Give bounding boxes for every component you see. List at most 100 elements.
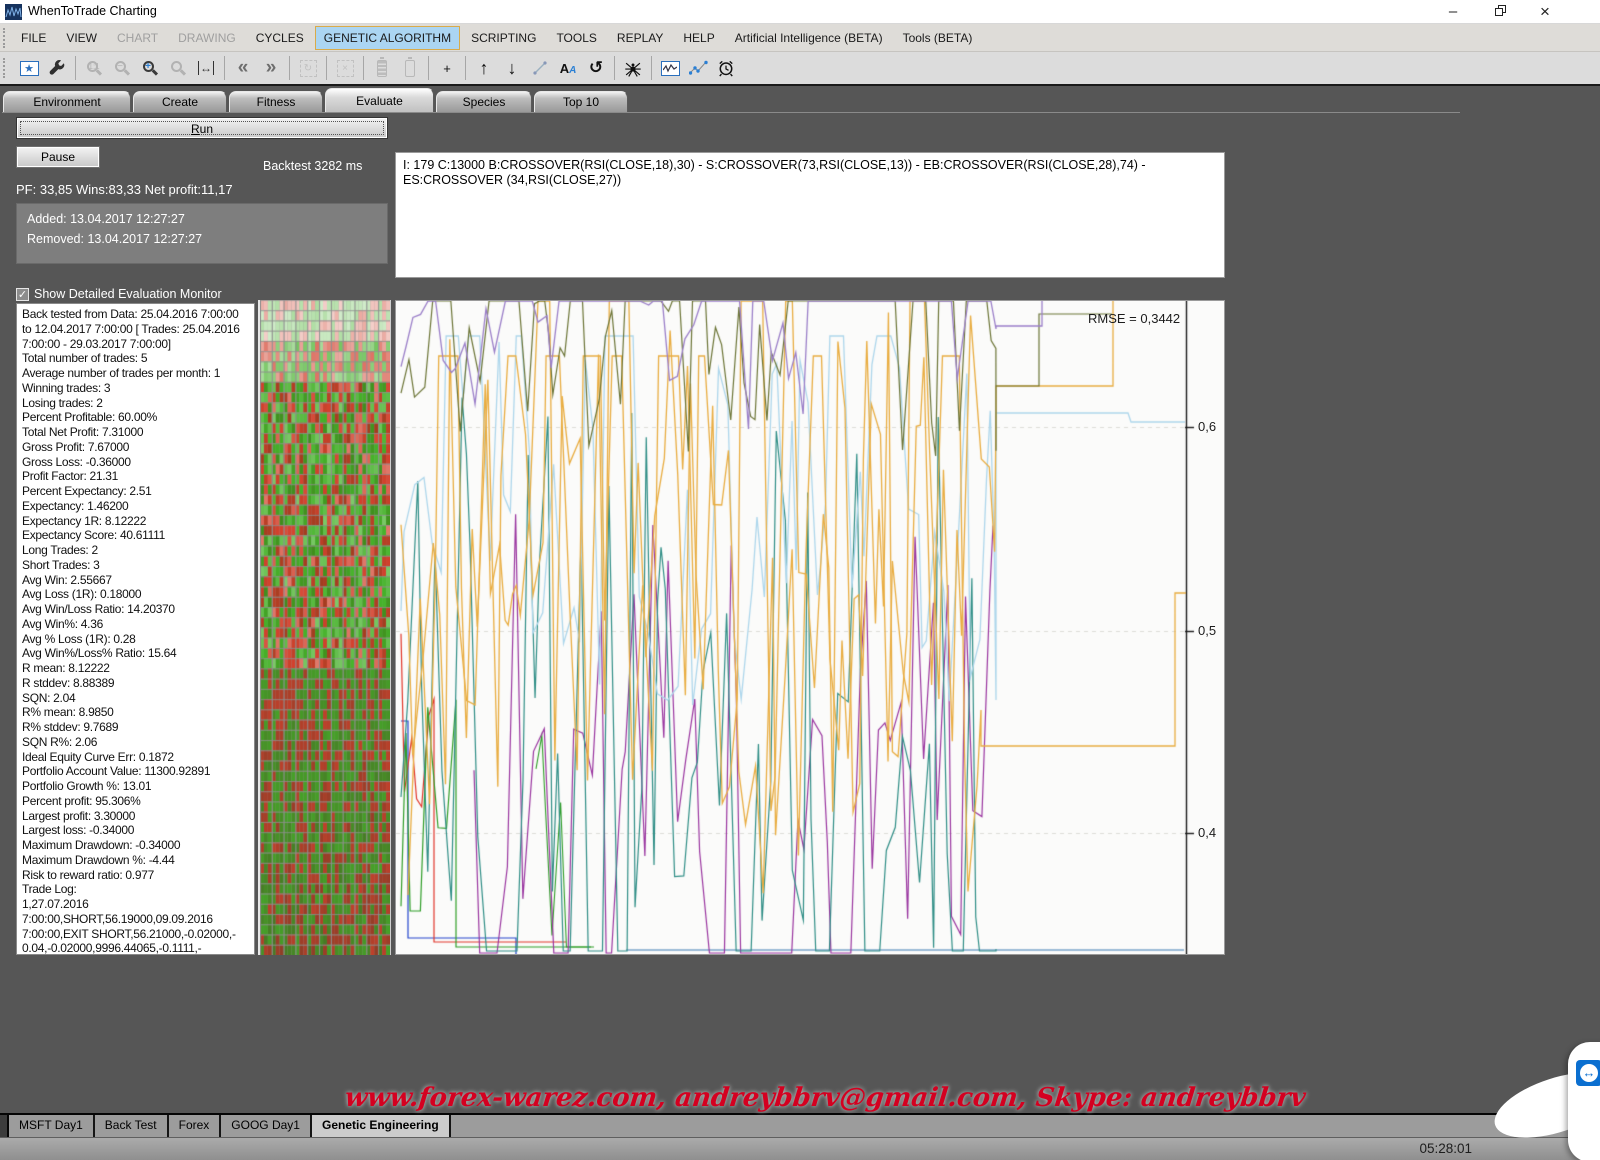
fit-width-icon[interactable]: ↔ bbox=[193, 55, 219, 81]
stat-line: R% mean: 8.9850 bbox=[22, 705, 249, 720]
fast-backward-icon[interactable]: « bbox=[230, 55, 256, 81]
menu-scripting[interactable]: SCRIPTING bbox=[462, 26, 545, 50]
wrench-icon[interactable] bbox=[44, 55, 70, 81]
stat-line: Percent Profitable: 60.00% bbox=[22, 410, 249, 425]
tab-top-10[interactable]: Top 10 bbox=[534, 91, 628, 113]
tab-environment[interactable]: Environment bbox=[3, 91, 131, 113]
font-icon[interactable]: AA bbox=[555, 55, 581, 81]
minimize-button[interactable]: – bbox=[1436, 0, 1470, 23]
arrow-down-icon[interactable]: ↓ bbox=[499, 55, 525, 81]
stat-line: Gross Loss: -0.36000 bbox=[22, 455, 249, 470]
stat-line: SQN R%: 2.06 bbox=[22, 735, 249, 750]
stat-line: Avg Loss (1R): 0.18000 bbox=[22, 587, 249, 602]
menu-view[interactable]: VIEW bbox=[57, 26, 106, 50]
stat-line: Largest profit: 3.30000 bbox=[22, 809, 249, 824]
stat-line: Expectancy: 1.46200 bbox=[22, 499, 249, 514]
menu-drawing: DRAWING bbox=[169, 26, 245, 50]
toolbar-separator bbox=[614, 56, 615, 80]
menu-tools[interactable]: TOOLS bbox=[547, 26, 605, 50]
menu-artificial-intelligence-beta-[interactable]: Artificial Intelligence (BETA) bbox=[726, 26, 892, 50]
menu-replay[interactable]: REPLAY bbox=[608, 26, 672, 50]
added-line: Added: 13.04.2017 12:27:27 bbox=[27, 212, 377, 226]
tab-species[interactable]: Species bbox=[436, 91, 532, 113]
toolbar-separator bbox=[363, 56, 364, 80]
stat-line: Largest loss: -0.34000 bbox=[22, 823, 249, 838]
added-removed-box: Added: 13.04.2017 12:27:27 Removed: 13.0… bbox=[16, 203, 388, 264]
stat-line: Maximum Drawdown: -0.34000 bbox=[22, 838, 249, 853]
menu-chart: CHART bbox=[108, 26, 167, 50]
stat-line: Expectancy 1R: 8.12222 bbox=[22, 514, 249, 529]
battery-empty-icon bbox=[397, 55, 423, 81]
show-monitor-row: ✓ Show Detailed Evaluation Monitor bbox=[16, 287, 222, 301]
history-icon[interactable]: ↺ bbox=[583, 55, 609, 81]
stat-line: R stddev: 8.88389 bbox=[22, 676, 249, 691]
toolbar-separator bbox=[224, 56, 225, 80]
stat-line: 0.04,-0.02000,9996.44065,-0.1111,- bbox=[22, 941, 249, 955]
stat-line: 7:00:00 - 29.03.2017 7:00:00] bbox=[22, 337, 249, 352]
toolbar-separator bbox=[289, 56, 290, 80]
scatter-icon[interactable] bbox=[685, 55, 711, 81]
stat-line: Losing trades: 2 bbox=[22, 396, 249, 411]
add-small-icon[interactable]: + bbox=[434, 55, 460, 81]
toolbar-grip bbox=[3, 58, 11, 78]
tab-create[interactable]: Create bbox=[133, 91, 227, 113]
battery-full-icon bbox=[369, 55, 395, 81]
zoom-in-icon[interactable]: + bbox=[137, 55, 163, 81]
tab-fitness[interactable]: Fitness bbox=[229, 91, 323, 113]
show-monitor-checkbox[interactable]: ✓ bbox=[16, 288, 29, 301]
close-button[interactable]: × bbox=[1528, 0, 1562, 23]
workspace-tab-strip: MSFT Day1Back TestForexGOOG Day1Genetic … bbox=[0, 1113, 1600, 1137]
status-bar: 05:28:01 bbox=[0, 1137, 1600, 1160]
chart-panel-icon[interactable] bbox=[657, 55, 683, 81]
tab-evaluate[interactable]: Evaluate bbox=[325, 88, 434, 113]
stat-line: Total number of trades: 5 bbox=[22, 351, 249, 366]
toolbar-grip bbox=[3, 28, 11, 48]
workspace-tab-goog-day1[interactable]: GOOG Day1 bbox=[221, 1115, 312, 1137]
profit-summary-label: PF: 33,85 Wins:83,33 Net profit:11,17 bbox=[16, 182, 233, 197]
stat-line: Portfolio Growth %: 13.01 bbox=[22, 779, 249, 794]
show-monitor-label: Show Detailed Evaluation Monitor bbox=[34, 287, 222, 301]
stat-line: Avg Win%/Loss% Ratio: 15.64 bbox=[22, 646, 249, 661]
workspace-tab-back-test[interactable]: Back Test bbox=[95, 1115, 169, 1137]
zoom-out-icon: − bbox=[109, 55, 135, 81]
workspace-tab-genetic-engineering[interactable]: Genetic Engineering bbox=[312, 1115, 451, 1137]
fast-forward-icon[interactable]: » bbox=[258, 55, 284, 81]
menu-file[interactable]: FILE bbox=[12, 26, 55, 50]
spider-icon[interactable] bbox=[620, 55, 646, 81]
stat-line: Risk to reward ratio: 0.977 bbox=[22, 868, 249, 883]
run-button[interactable]: Run bbox=[16, 117, 388, 139]
chromosome-formula-box[interactable]: I: 179 C:13000 B:CROSSOVER(RSI(CLOSE,18)… bbox=[395, 152, 1225, 278]
arrow-up-icon[interactable]: ↑ bbox=[471, 55, 497, 81]
menu-genetic-algorithm[interactable]: GENETIC ALGORITHM bbox=[315, 26, 460, 50]
stat-line: R mean: 8.12222 bbox=[22, 661, 249, 676]
stat-line: Percent Expectancy: 2.51 bbox=[22, 484, 249, 499]
stat-line: Avg % Loss (1R): 0.28 bbox=[22, 632, 249, 647]
stat-line: Back tested from Data: 25.04.2016 7:00:0… bbox=[22, 307, 249, 322]
heatmap-canvas bbox=[260, 300, 390, 955]
selection-delete-icon: × bbox=[332, 55, 358, 81]
stat-line: Avg Win%: 4.36 bbox=[22, 617, 249, 632]
teamviewer-icon[interactable]: ↔ bbox=[1576, 1060, 1600, 1086]
chart-window-star-icon[interactable]: ★ bbox=[16, 55, 42, 81]
removed-line: Removed: 13.04.2017 12:27:27 bbox=[27, 232, 377, 246]
stat-line: Total Net Profit: 7.31000 bbox=[22, 425, 249, 440]
menu-bar: FILEVIEWCHARTDRAWINGCYCLESGENETIC ALGORI… bbox=[0, 24, 1600, 52]
pause-button[interactable]: Pause bbox=[16, 146, 100, 168]
workspace-tab-msft-day1[interactable]: MSFT Day1 bbox=[9, 1115, 95, 1137]
draw-line-icon[interactable] bbox=[527, 55, 553, 81]
population-heatmap bbox=[258, 300, 391, 955]
alarm-clock-icon[interactable] bbox=[713, 55, 739, 81]
clock-label: 05:28:01 bbox=[1419, 1141, 1472, 1156]
workspace-tab-forex[interactable]: Forex bbox=[169, 1115, 222, 1137]
app-logo-icon bbox=[5, 4, 22, 20]
stat-line: 7:00:00,SHORT,56.19000,09.09.2016 bbox=[22, 912, 249, 927]
chart-canvas bbox=[396, 301, 1224, 954]
restore-button[interactable] bbox=[1482, 0, 1516, 23]
stat-line: Long Trades: 2 bbox=[22, 543, 249, 558]
menu-tools-beta-[interactable]: Tools (BETA) bbox=[894, 26, 982, 50]
menu-cycles[interactable]: CYCLES bbox=[247, 26, 313, 50]
title-bar: WhenToTrade Charting – × bbox=[0, 0, 1600, 24]
menu-help[interactable]: HELP bbox=[674, 26, 723, 50]
stat-line: Average number of trades per month: 1 bbox=[22, 366, 249, 381]
toolbar: ★1:1−+↔«»↻×+↑↓AA↺ bbox=[0, 52, 1600, 86]
